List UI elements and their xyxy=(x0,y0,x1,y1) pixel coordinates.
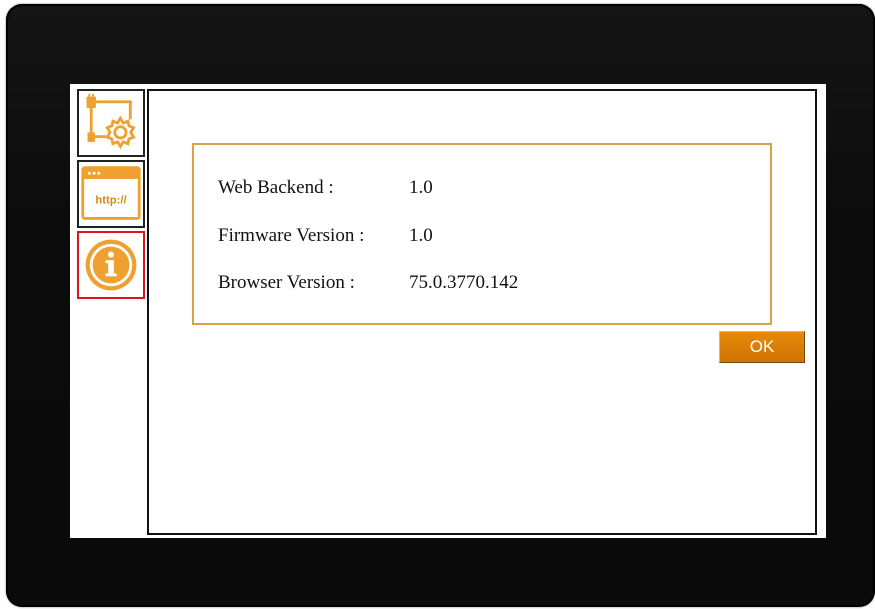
version-info-box: Web Backend : 1.0 Firmware Version : 1.0… xyxy=(192,143,772,325)
http-browser-icon: http:// xyxy=(81,166,141,220)
firmware-version-label: Firmware Version : xyxy=(218,225,365,246)
sidebar-item-network-settings[interactable] xyxy=(77,89,145,157)
firmware-version-value: 1.0 xyxy=(409,225,433,246)
web-backend-value: 1.0 xyxy=(409,177,433,198)
sidebar-item-information[interactable] xyxy=(77,231,145,299)
device-screen: http:// Web Backend : 1.0 Firmware Versi… xyxy=(70,84,826,538)
sidebar: http:// xyxy=(70,84,148,538)
sidebar-item-web-url[interactable]: http:// xyxy=(77,160,145,228)
browser-version-value: 75.0.3770.142 xyxy=(409,272,519,293)
http-icon-text: http:// xyxy=(95,194,127,206)
network-settings-icon xyxy=(86,93,136,150)
info-icon xyxy=(85,239,137,291)
about-panel: Web Backend : 1.0 Firmware Version : 1.0… xyxy=(147,89,817,535)
web-backend-label: Web Backend : xyxy=(218,177,334,198)
ok-button[interactable]: OK xyxy=(719,331,805,363)
browser-version-label: Browser Version : xyxy=(218,272,355,293)
